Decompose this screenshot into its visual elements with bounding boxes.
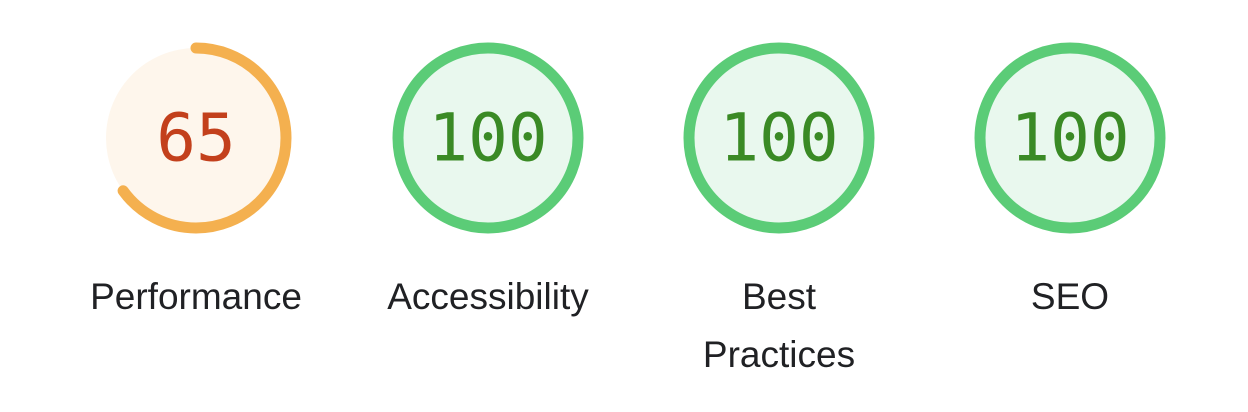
gauge-accessibility[interactable]: 100 Accessibility — [387, 40, 589, 326]
seo-label: SEO — [1030, 276, 1110, 317]
accessibility-label: Accessibility — [387, 276, 589, 317]
seo-gauge-ring: 100 — [974, 42, 1166, 234]
performance-score: 65 — [156, 100, 235, 177]
best-practices-gauge-ring: 100 — [683, 42, 875, 234]
seo-score: 100 — [1010, 100, 1129, 177]
performance-gauge-ring: 65 — [100, 42, 292, 234]
performance-label: Performance — [90, 276, 302, 317]
gauge-best-practices[interactable]: 100 Best Practices — [681, 40, 877, 384]
best-practices-score: 100 — [719, 100, 838, 177]
gauge-performance[interactable]: 65 Performance — [90, 40, 302, 326]
accessibility-score: 100 — [428, 100, 547, 177]
score-gauges: 65 Performance 100 Accessibility 100 Bes… — [0, 0, 1248, 412]
accessibility-gauge-ring: 100 — [392, 42, 584, 234]
best-practices-label: Best Practices — [702, 276, 856, 375]
gauge-seo[interactable]: 100 SEO — [972, 40, 1168, 326]
